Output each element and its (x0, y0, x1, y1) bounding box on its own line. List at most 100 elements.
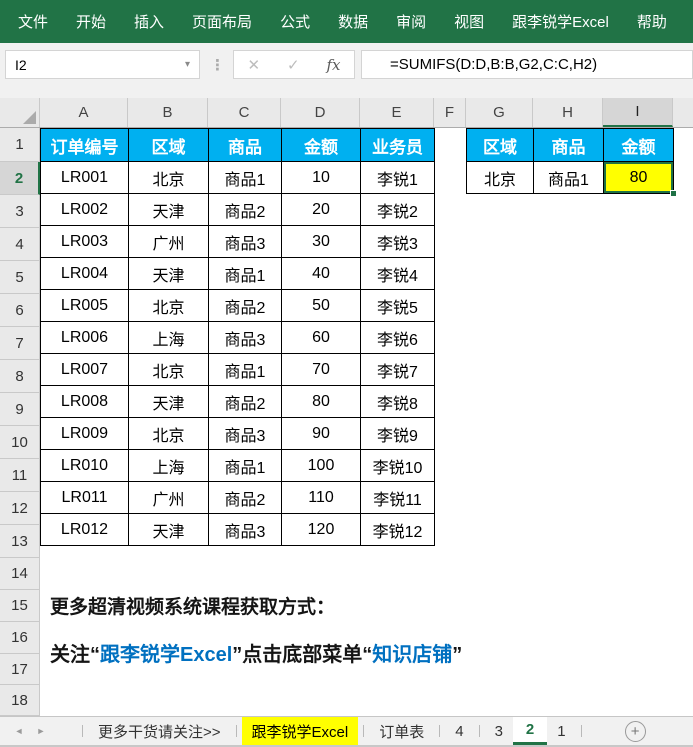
ribbon-tab-custom[interactable]: 跟李锐学Excel (512, 11, 609, 32)
row-header-2-selected[interactable]: 2 (0, 162, 40, 195)
cell-a10[interactable]: LR009 (40, 417, 129, 450)
ribbon-tab-insert[interactable]: 插入 (134, 11, 164, 32)
header-cell[interactable]: 区域 (466, 128, 534, 162)
row-header-9[interactable]: 9 (0, 393, 40, 426)
header-cell[interactable]: 商品 (533, 128, 604, 162)
cell-b12[interactable]: 广州 (128, 481, 209, 514)
cell-a13[interactable]: LR012 (40, 513, 129, 546)
cell-c2[interactable]: 商品1 (208, 161, 282, 194)
ribbon-tab-page-layout[interactable]: 页面布局 (192, 11, 252, 32)
chevron-down-icon[interactable]: ▾ (185, 59, 199, 70)
cell-h2[interactable]: 商品1 (533, 161, 604, 194)
cancel-icon[interactable]: ✕ (247, 56, 260, 74)
cell-c9[interactable]: 商品2 (208, 385, 282, 418)
header-cell[interactable]: 区域 (128, 128, 209, 162)
cell-c10[interactable]: 商品3 (208, 417, 282, 450)
row-header-7[interactable]: 7 (0, 327, 40, 360)
cell-d10[interactable]: 90 (281, 417, 361, 450)
sheet-nav-prev-icon[interactable]: ◄ (8, 717, 30, 745)
cell-b7[interactable]: 上海 (128, 321, 209, 354)
cell-b8[interactable]: 北京 (128, 353, 209, 386)
cell-b11[interactable]: 上海 (128, 449, 209, 482)
cell-e9[interactable]: 李锐8 (360, 385, 435, 418)
cell-a9[interactable]: LR008 (40, 385, 129, 418)
ribbon-tab-data[interactable]: 数据 (338, 11, 368, 32)
row-header-17[interactable]: 17 (0, 654, 40, 685)
row-header-16[interactable]: 16 (0, 622, 40, 654)
header-cell[interactable]: 金额 (603, 128, 674, 162)
cell-c3[interactable]: 商品2 (208, 193, 282, 226)
sheet-tab-order-list[interactable]: 订单表 (369, 717, 434, 745)
cell-e10[interactable]: 李锐9 (360, 417, 435, 450)
sheet-tab-3[interactable]: 3 (485, 717, 513, 745)
cell-c12[interactable]: 商品2 (208, 481, 282, 514)
cell-a5[interactable]: LR004 (40, 257, 129, 290)
row-header-3[interactable]: 3 (0, 195, 40, 228)
cell-a7[interactable]: LR006 (40, 321, 129, 354)
column-header-h[interactable]: H (533, 98, 603, 127)
row-header-18[interactable]: 18 (0, 685, 40, 716)
column-header-c[interactable]: C (208, 98, 281, 127)
cell-b4[interactable]: 广州 (128, 225, 209, 258)
column-header-a[interactable]: A (40, 98, 128, 127)
cell-c7[interactable]: 商品3 (208, 321, 282, 354)
row-header-6[interactable]: 6 (0, 294, 40, 327)
cell-e8[interactable]: 李锐7 (360, 353, 435, 386)
cell-c8[interactable]: 商品1 (208, 353, 282, 386)
cell-c13[interactable]: 商品3 (208, 513, 282, 546)
row-header-5[interactable]: 5 (0, 261, 40, 294)
formula-input[interactable]: =SUMIFS(D:D,B:B,G2,C:C,H2) (361, 50, 693, 79)
fill-handle[interactable] (670, 190, 677, 197)
header-cell[interactable]: 业务员 (360, 128, 435, 162)
cell-a11[interactable]: LR010 (40, 449, 129, 482)
header-cell[interactable]: 金额 (281, 128, 361, 162)
cell-b10[interactable]: 北京 (128, 417, 209, 450)
sheet-tab-1[interactable]: 1 (547, 717, 575, 745)
cell-e13[interactable]: 李锐12 (360, 513, 435, 546)
insert-function-icon[interactable]: fx (327, 56, 341, 74)
column-header-f[interactable]: F (434, 98, 466, 127)
column-header-g[interactable]: G (466, 98, 533, 127)
column-header-b[interactable]: B (128, 98, 208, 127)
sheet-tab-4[interactable]: 4 (445, 717, 473, 745)
cell-d5[interactable]: 40 (281, 257, 361, 290)
cell-a8[interactable]: LR007 (40, 353, 129, 386)
cell-a6[interactable]: LR005 (40, 289, 129, 322)
ribbon-tab-review[interactable]: 审阅 (396, 11, 426, 32)
cell-d7[interactable]: 60 (281, 321, 361, 354)
cell-b5[interactable]: 天津 (128, 257, 209, 290)
column-header-i-selected[interactable]: I (603, 98, 673, 127)
cell-e6[interactable]: 李锐5 (360, 289, 435, 322)
ribbon-tab-file[interactable]: 文件 (18, 11, 48, 32)
cell-d11[interactable]: 100 (281, 449, 361, 482)
cell-b6[interactable]: 北京 (128, 289, 209, 322)
column-header-e[interactable]: E (360, 98, 434, 127)
row-header-15[interactable]: 15 (0, 590, 40, 622)
cell-c5[interactable]: 商品1 (208, 257, 282, 290)
row-header-1[interactable]: 1 (0, 128, 40, 162)
cell-b13[interactable]: 天津 (128, 513, 209, 546)
cell-b2[interactable]: 北京 (128, 161, 209, 194)
cell-g2[interactable]: 北京 (466, 161, 534, 194)
cell-a12[interactable]: LR011 (40, 481, 129, 514)
select-all-button[interactable] (0, 98, 40, 127)
ribbon-tab-formulas[interactable]: 公式 (280, 11, 310, 32)
cell-e5[interactable]: 李锐4 (360, 257, 435, 290)
header-cell[interactable]: 订单编号 (40, 128, 129, 162)
column-header-d[interactable]: D (281, 98, 360, 127)
add-sheet-icon[interactable]: + (624, 720, 646, 742)
ribbon-tab-view[interactable]: 视图 (454, 11, 484, 32)
name-box[interactable]: I2 ▾ (5, 50, 200, 79)
cell-e4[interactable]: 李锐3 (360, 225, 435, 258)
cell-e2[interactable]: 李锐1 (360, 161, 435, 194)
header-cell[interactable]: 商品 (208, 128, 282, 162)
cell-a2[interactable]: LR001 (40, 161, 129, 194)
row-header-12[interactable]: 12 (0, 492, 40, 525)
cell-c4[interactable]: 商品3 (208, 225, 282, 258)
cell-d9[interactable]: 80 (281, 385, 361, 418)
cell-e12[interactable]: 李锐11 (360, 481, 435, 514)
cell-b3[interactable]: 天津 (128, 193, 209, 226)
cell-c11[interactable]: 商品1 (208, 449, 282, 482)
ribbon-tab-home[interactable]: 开始 (76, 11, 106, 32)
cell-d4[interactable]: 30 (281, 225, 361, 258)
